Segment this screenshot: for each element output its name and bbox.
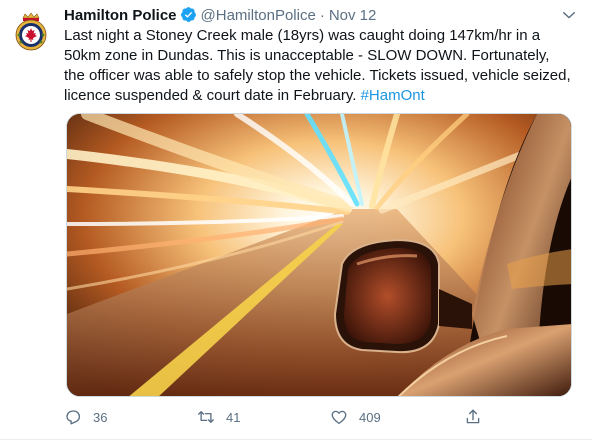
retweet-count: 41 — [226, 409, 241, 425]
share-button[interactable] — [464, 404, 482, 430]
reply-count: 36 — [93, 409, 108, 425]
retweet-button[interactable]: 41 — [197, 404, 240, 430]
reply-icon — [66, 410, 81, 425]
chevron-down-icon[interactable] — [560, 6, 578, 24]
verified-badge-icon — [180, 7, 196, 22]
handle[interactable]: @HamiltonPolice — [201, 7, 316, 24]
like-count: 409 — [359, 409, 381, 425]
like-button[interactable]: 409 — [330, 404, 381, 430]
tweet-text-main: Last night a Stoney Creek male (18yrs) w… — [64, 27, 571, 104]
tweet-actions: 36 41 409 — [64, 404, 574, 430]
retweet-icon — [198, 411, 214, 423]
share-icon — [466, 409, 480, 424]
avatar[interactable] — [9, 9, 53, 53]
display-name[interactable]: Hamilton Police — [64, 7, 177, 24]
hashtag-link[interactable]: #HamOnt — [361, 87, 425, 104]
tweet[interactable]: Hamilton Police @HamiltonPolice · Nov 12 L… — [0, 0, 592, 440]
tweet-header: Hamilton Police @HamiltonPolice · Nov 12 — [64, 6, 376, 26]
reply-button[interactable]: 36 — [64, 404, 107, 430]
heart-icon — [331, 410, 347, 425]
timestamp[interactable]: Nov 12 — [329, 7, 377, 24]
speeding-car-light-trails-photo — [67, 114, 571, 396]
separator-dot: · — [319, 7, 325, 24]
police-crest-icon — [9, 9, 53, 53]
tweet-text: Last night a Stoney Creek male (18yrs) w… — [64, 26, 574, 106]
tweet-media-image[interactable] — [66, 113, 572, 397]
